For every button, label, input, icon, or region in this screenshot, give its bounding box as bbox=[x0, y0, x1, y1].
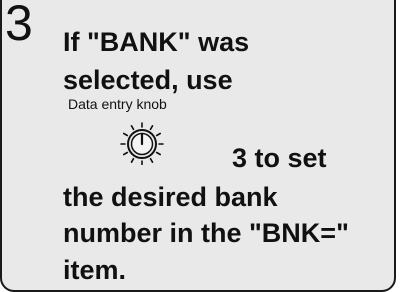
instruction-line-3: 3 to set bbox=[232, 143, 327, 173]
knob-label: Data entry knob bbox=[68, 96, 167, 112]
instruction-line-2: selected, use bbox=[63, 65, 233, 95]
instruction-line-1: If "BANK" was bbox=[63, 27, 250, 57]
instruction-line-5: number in the "BNK=" bbox=[63, 218, 349, 248]
instruction-line-6: item. bbox=[63, 255, 127, 285]
data-entry-knob-icon bbox=[120, 122, 164, 165]
instruction-line-4: the desired bank bbox=[63, 182, 278, 212]
step-number: 3 bbox=[5, 0, 33, 51]
